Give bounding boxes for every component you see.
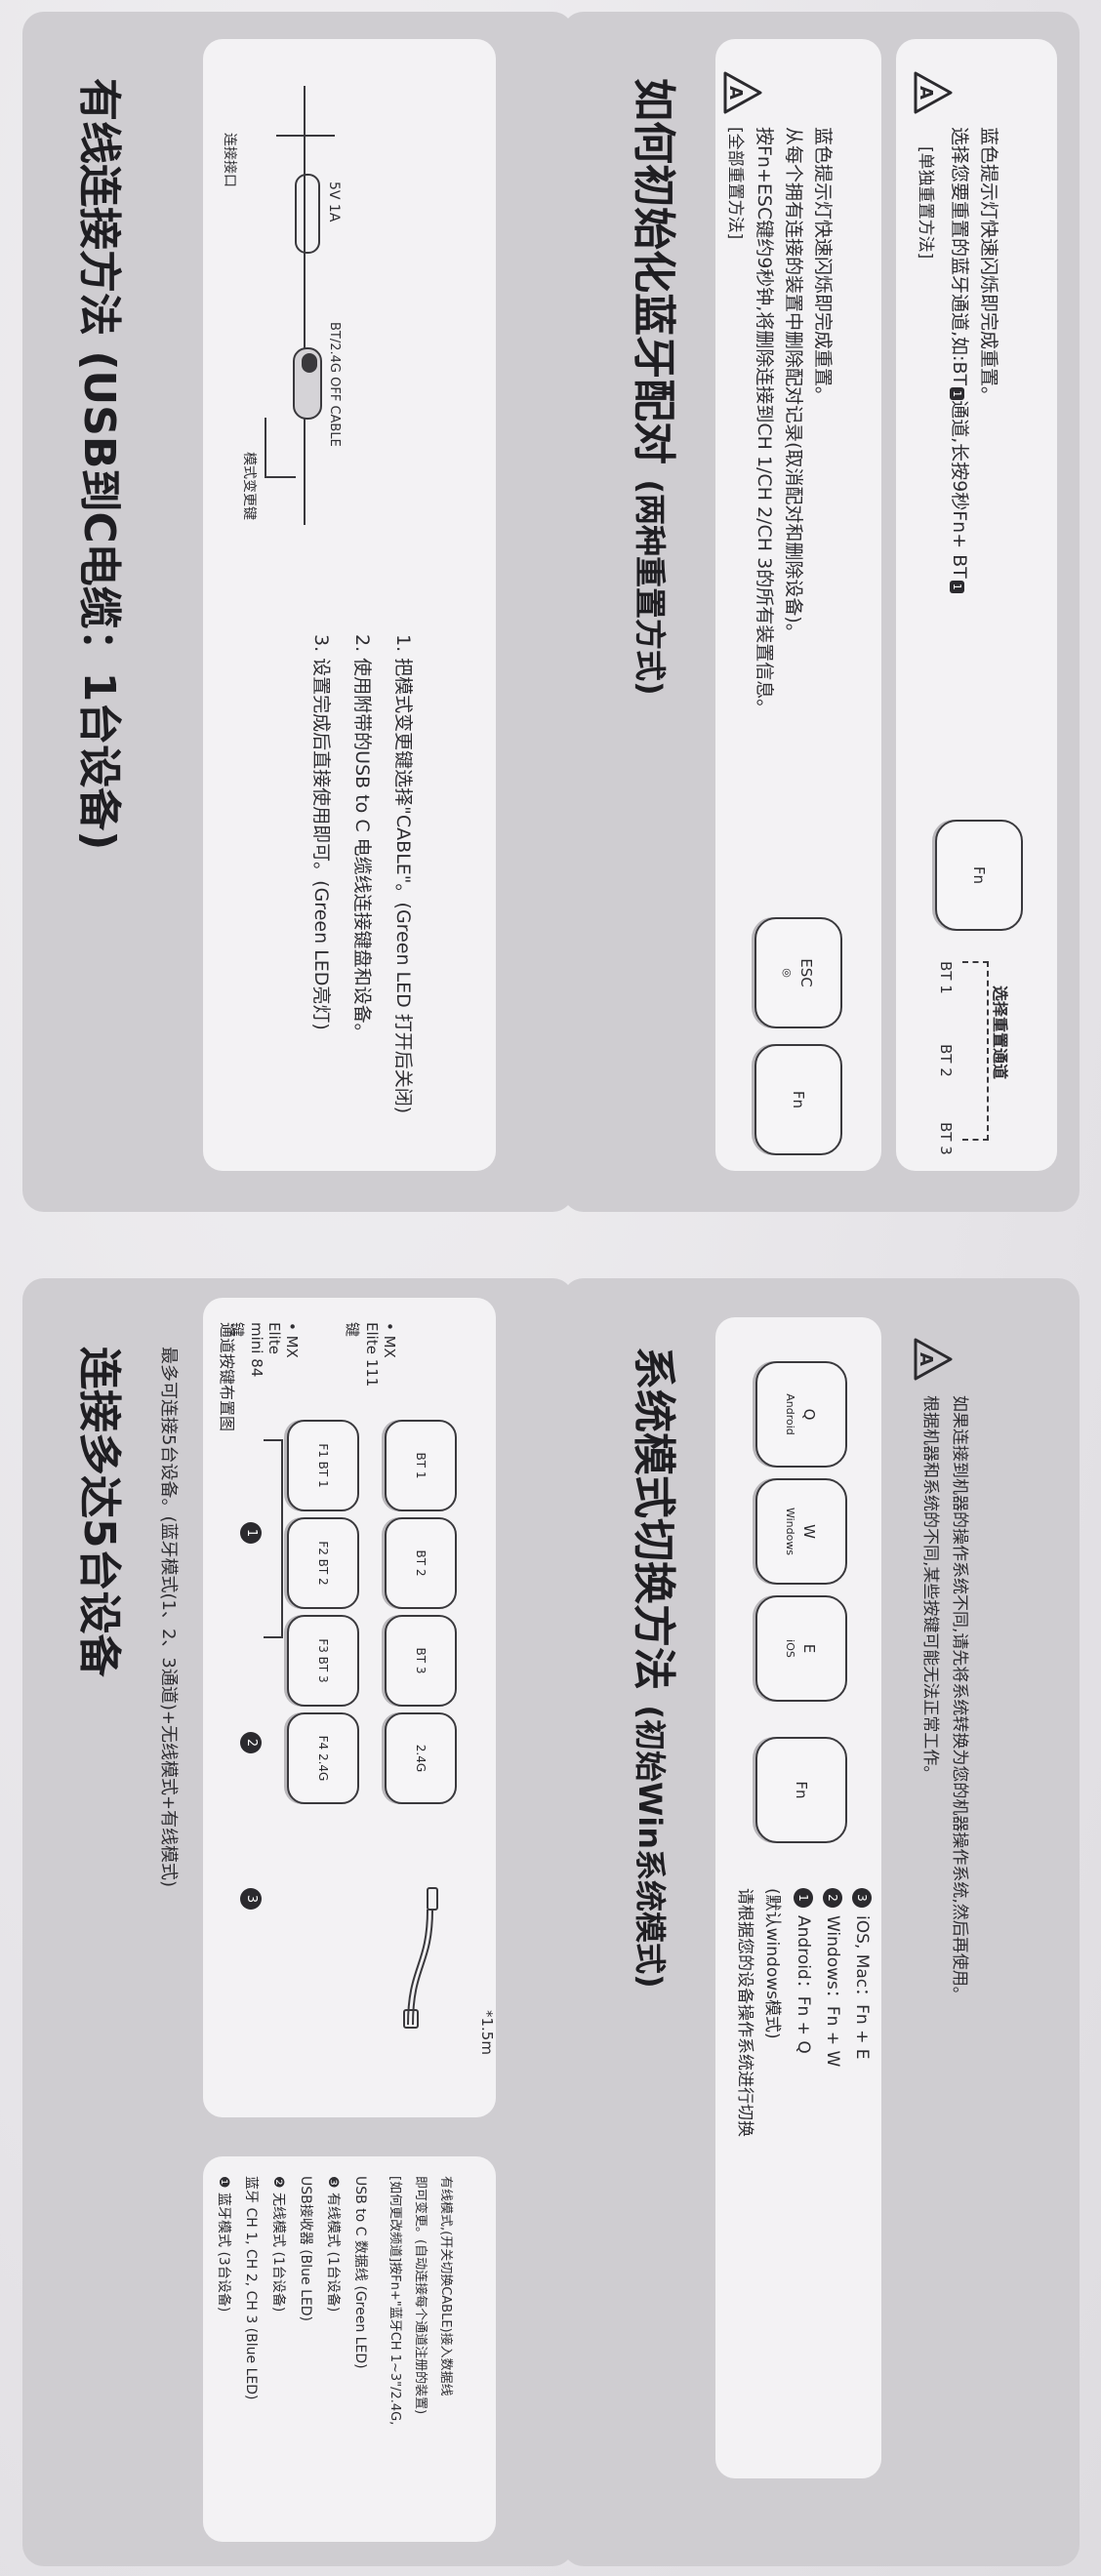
- multi-desc: 最多可连接5台设备。(蓝牙模式(1、2、3通道)+无线模式+有线模式): [158, 1347, 179, 1888]
- bt-key-1: BT 1: [937, 961, 955, 994]
- fn-key-all: Fn: [754, 1044, 842, 1155]
- key-fn-os: Fn: [755, 1737, 847, 1843]
- os-option-2: 2Windows：Fn + W: [817, 1888, 847, 2067]
- os-instruction-2: (默认windows模式): [762, 1888, 782, 2039]
- reset-all-line-2: 从每个拥有连接的装置中删除配对记录(取消配对和删除设备)。: [783, 127, 804, 642]
- reset-single-line-2: 蓝色提示灯快速闪烁即完成重置。: [978, 127, 999, 406]
- key-bt3: BT 3: [385, 1615, 457, 1707]
- model-mini-label: • MX Elite mini 84键: [228, 1322, 301, 1378]
- mode-switch-icon: [293, 347, 322, 420]
- key-bt1: BT 1: [385, 1420, 457, 1511]
- modes-list: ❶ 蓝牙模式 (3台设备) 蓝牙 CH 1, CH 2, CH 3 (Blue …: [213, 2176, 486, 2537]
- fn-key-single: Fn: [935, 820, 1023, 931]
- switch-knob: [302, 353, 317, 373]
- mode-line-1: ❶ 蓝牙模式 (3台设备): [216, 2176, 231, 2313]
- reset-single-header: [单独重置方法]: [916, 146, 935, 260]
- key-24g: 2.4G: [385, 1712, 457, 1804]
- mode-line-9: 有线模式,(开关切换CABLE)接入数据线: [438, 2176, 453, 2396]
- os-option-1: 1Android：Fn + Q: [788, 1888, 818, 2054]
- os-instruction-1: 请根据您的设备操作系统进行切换: [735, 1888, 754, 2137]
- mode-line-4: USB接收器 (Blue LED): [298, 2176, 313, 2321]
- model-full-label: • MX Elite 111键: [344, 1322, 398, 1388]
- svg-text:A: A: [916, 86, 936, 100]
- svg-text:A: A: [916, 1352, 936, 1366]
- reset-all-line-1: 按Fn+ESC键约9秒钟,将删除连接到CH 1/CH 2/CH 3的所有装置信息…: [754, 127, 775, 718]
- key-f3-bt3: F3 BT 3: [287, 1615, 359, 1707]
- channel-select-label: 选择重置通道: [991, 986, 1009, 1080]
- usb-c-port-icon: [295, 174, 320, 254]
- reset-title-main: 如何初始化蓝牙配对: [629, 78, 678, 464]
- wired-title: 有线连接方法 (USB到C电缆：1台设备): [74, 78, 124, 851]
- cable-length: *1.5m: [478, 2010, 496, 2055]
- wired-step-1: 1. 把模式变更键选择"CABLE"。(Green LED 打开后关闭): [392, 634, 414, 1114]
- warning-icon: A: [723, 71, 762, 114]
- keyboard-edge-line: [304, 86, 306, 525]
- mode-switch-label: 模式变更键: [241, 452, 257, 520]
- key-w: W Windows: [755, 1478, 847, 1585]
- warning-icon-single: A: [914, 71, 953, 114]
- reset-single-line-1: 选择您要重置的蓝牙通道,如:BT1通道,长按9秒Fn+ BT1: [944, 127, 974, 593]
- bt-key-3: BT 3: [937, 1122, 955, 1155]
- mode-line-5: ❸ 有线模式 (1台设备): [325, 2176, 341, 2313]
- port-label: 连接接口: [222, 133, 237, 187]
- svg-text:A: A: [725, 86, 746, 100]
- warning-icon-os: A: [914, 1338, 953, 1381]
- key-f4-24g: F4 2.4G: [287, 1712, 359, 1804]
- keyboard-edge-diagram: 连接接口 5V 1A BT/2.4G OFF CABLE 模式变更键: [222, 76, 476, 662]
- power-label: 5V 1A: [326, 181, 342, 222]
- os-warning-1: 根据机器和系统的不同,某些按键可能无法正常工作。: [920, 1395, 940, 1783]
- badge-1: 1: [240, 1522, 262, 1544]
- wired-step-3: 3. 设置完成后直接使用即可。(Green LED亮灯): [310, 634, 332, 1030]
- usb-cable-icon: [403, 1887, 438, 2029]
- os-title-main: 系统模式切换方法: [629, 1347, 678, 1690]
- switch-positions-label: BT/2.4G OFF CABLE: [327, 322, 342, 447]
- key-q: Q Android: [755, 1361, 847, 1468]
- mode-line-6: USB to C 数据线 (Green LED): [352, 2176, 368, 2369]
- os-option-3: 3iOS, Mac：Fn + E: [846, 1888, 877, 2059]
- key-f1-bt1: F1 BT 1: [287, 1420, 359, 1511]
- os-title-suffix: (初始Win系统模式): [632, 1705, 669, 1989]
- mode-line-2: 蓝牙 CH 1, CH 2, CH 3 (Blue LED): [243, 2176, 259, 2400]
- esc-key: ESC ◎: [754, 917, 842, 1028]
- os-warning-2: 如果连接到机器的操作系统不同,请先将系统转换为您的机器操作系统,然后再使用。: [950, 1395, 969, 2003]
- key-bt2: BT 2: [385, 1517, 457, 1609]
- key-e: E iOS: [755, 1595, 847, 1702]
- wired-step-2: 2. 使用附带的USB to C 电缆线连接键盘和设备。: [351, 634, 373, 1042]
- os-title: 系统模式切换方法 (初始Win系统模式): [627, 1347, 689, 1989]
- reset-title-suffix: (两种重置方式): [632, 479, 669, 696]
- badge-2: 2: [240, 1732, 262, 1753]
- multi-title: 连接多达5台设备: [74, 1347, 124, 1677]
- reset-all-header: [全部重置方法]: [725, 127, 745, 240]
- mode-line-7: [如何更改频道]按Fn+"蓝牙CH 1~3"/2.4G,: [387, 2176, 402, 2426]
- reset-all-line-3: 蓝色提示灯快速闪烁即完成重置。: [812, 127, 834, 406]
- key-f2-bt2: F2 BT 2: [287, 1517, 359, 1609]
- manual-card: 有线连接方法 (USB到C电缆：1台设备) 连接接口 5V 1A BT/2.4G…: [0, 0, 1101, 2576]
- mode-line-8: 即可变更。(自动连接每个通道注册的装置): [413, 2176, 428, 2415]
- bt-key-2: BT 2: [937, 1044, 955, 1077]
- mode-line-3: ❷ 无线模式 (1台设备): [270, 2176, 286, 2313]
- reset-title: 如何初始化蓝牙配对 (两种重置方式): [627, 78, 689, 696]
- badge-3: 3: [240, 1888, 262, 1910]
